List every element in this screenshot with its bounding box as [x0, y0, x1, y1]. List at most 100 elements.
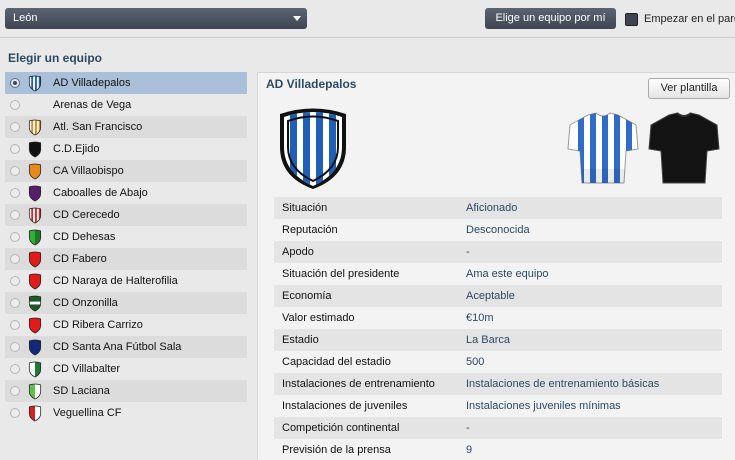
team-crest-icon: [28, 273, 42, 290]
info-row: Situación Aficionado: [274, 197, 722, 219]
team-radio[interactable]: [10, 166, 20, 176]
info-label: Valor estimado: [282, 312, 355, 324]
info-label: Estadio: [282, 334, 319, 346]
team-radio[interactable]: [10, 320, 20, 330]
team-radio[interactable]: [10, 254, 20, 264]
team-list-item[interactable]: CD Santa Ana Fútbol Sala: [5, 336, 247, 358]
info-value: Desconocida: [466, 224, 530, 236]
team-name: Caboalles de Abajo: [53, 187, 148, 199]
info-row: Reputación Desconocida: [274, 219, 722, 241]
team-crest-icon: [28, 229, 42, 246]
info-value: Instalaciones juveniles mínimas: [466, 400, 621, 412]
team-name: CD Fabero: [53, 253, 107, 265]
team-radio[interactable]: [10, 298, 20, 308]
team-list-item[interactable]: CD Fabero: [5, 248, 247, 270]
team-radio[interactable]: [10, 408, 20, 418]
team-name: CD Naraya de Halterofilia: [53, 275, 178, 287]
team-radio[interactable]: [10, 210, 20, 220]
team-crest-icon: [28, 339, 42, 356]
info-row: Capacidad del estadio 500: [274, 351, 722, 373]
chevron-down-icon: [293, 16, 301, 21]
team-name: C.D.Ejido: [53, 143, 100, 155]
team-list-item[interactable]: Arenas de Vega: [5, 94, 247, 116]
team-crest-icon: [28, 207, 42, 224]
info-value: -: [466, 422, 470, 434]
team-name: CD Onzonilla: [53, 297, 118, 309]
team-list-item[interactable]: C.D.Ejido: [5, 138, 247, 160]
team-list-item[interactable]: CD Onzonilla: [5, 292, 247, 314]
team-name: CD Villabalter: [53, 363, 121, 375]
start-unemployed-label: Empezar en el paro: [644, 13, 735, 25]
info-row: Previsión de la prensa 9: [274, 439, 722, 460]
info-value: €10m: [466, 312, 494, 324]
region-dropdown[interactable]: León: [5, 8, 307, 29]
team-list-item[interactable]: CD Cerecedo: [5, 204, 247, 226]
team-crest-icon: [280, 108, 346, 189]
info-row: Situación del presidente Ama este equipo: [274, 263, 722, 285]
info-value: Instalaciones de entrenamiento básicas: [466, 378, 660, 390]
team-radio[interactable]: [10, 276, 20, 286]
team-crest-icon: [28, 185, 42, 202]
info-label: Competición continental: [282, 422, 400, 434]
pick-team-for-me-button[interactable]: Elige un equipo por mí: [485, 8, 616, 29]
team-list-item[interactable]: CD Ribera Carrizo: [5, 314, 247, 336]
team-name: SD Laciana: [53, 385, 110, 397]
view-squad-button[interactable]: Ver plantilla: [648, 78, 730, 99]
team-name: CD Ribera Carrizo: [53, 319, 143, 331]
team-radio[interactable]: [10, 100, 20, 110]
info-label: Economía: [282, 290, 332, 302]
team-list-item[interactable]: CD Dehesas: [5, 226, 247, 248]
info-label: Situación: [282, 202, 328, 214]
region-dropdown-value: León: [13, 12, 38, 24]
info-value: Aficionado: [466, 202, 518, 214]
team-crest-icon: [28, 295, 42, 312]
team-radio[interactable]: [10, 78, 20, 88]
info-label: Capacidad del estadio: [282, 356, 391, 368]
team-list-item[interactable]: AD Villadepalos: [5, 72, 247, 94]
info-row: Valor estimado €10m: [274, 307, 722, 329]
team-crest-icon: [28, 405, 42, 422]
team-name: Arenas de Vega: [53, 99, 132, 111]
team-radio[interactable]: [10, 144, 20, 154]
team-list-item[interactable]: Atl. San Francisco: [5, 116, 247, 138]
team-radio[interactable]: [10, 342, 20, 352]
info-value: 500: [466, 356, 485, 368]
section-title: Elegir un equipo: [8, 51, 103, 65]
team-crest-icon: [28, 251, 42, 268]
info-label: Instalaciones de juveniles: [282, 400, 408, 412]
info-row: Apodo -: [274, 241, 722, 263]
team-list-item[interactable]: Caboalles de Abajo: [5, 182, 247, 204]
team-list-item[interactable]: CD Naraya de Halterofilia: [5, 270, 247, 292]
team-name: CA Villaobispo: [53, 165, 124, 177]
info-label: Apodo: [282, 246, 314, 258]
team-crest-icon: [28, 317, 42, 334]
team-list-item[interactable]: SD Laciana: [5, 380, 247, 402]
team-crest-icon: [28, 163, 42, 180]
team-radio[interactable]: [10, 386, 20, 396]
team-list: AD Villadepalos Arenas de Vega Atl. San …: [5, 72, 247, 424]
team-crest-icon: [28, 383, 42, 400]
team-list-item[interactable]: Veguellina CF: [5, 402, 247, 424]
info-row: Instalaciones de juveniles Instalaciones…: [274, 395, 722, 417]
team-radio[interactable]: [10, 122, 20, 132]
info-label: Previsión de la prensa: [282, 444, 391, 456]
team-list-item[interactable]: CD Villabalter: [5, 358, 247, 380]
info-label: Reputación: [282, 224, 338, 236]
team-detail-title: AD Villadepalos: [266, 77, 357, 91]
info-value: 9: [466, 444, 473, 456]
team-radio[interactable]: [10, 188, 20, 198]
info-row: Economía Aceptable: [274, 285, 722, 307]
top-bar: León Elige un equipo por mí Empezar en e…: [0, 0, 735, 38]
team-name: AD Villadepalos: [53, 77, 131, 89]
team-name: CD Dehesas: [53, 231, 116, 243]
info-value: La Barca: [466, 334, 511, 346]
team-name: Atl. San Francisco: [53, 121, 143, 133]
team-list-item[interactable]: CA Villaobispo: [5, 160, 247, 182]
info-row: Instalaciones de entrenamiento Instalaci…: [274, 373, 722, 395]
start-unemployed-checkbox[interactable]: [625, 13, 638, 26]
team-radio[interactable]: [10, 232, 20, 242]
team-info-table: Situación Aficionado Reputación Desconoci…: [274, 197, 722, 460]
team-crest-icon: [28, 75, 42, 92]
team-radio[interactable]: [10, 364, 20, 374]
info-row: Competición continental -: [274, 417, 722, 439]
